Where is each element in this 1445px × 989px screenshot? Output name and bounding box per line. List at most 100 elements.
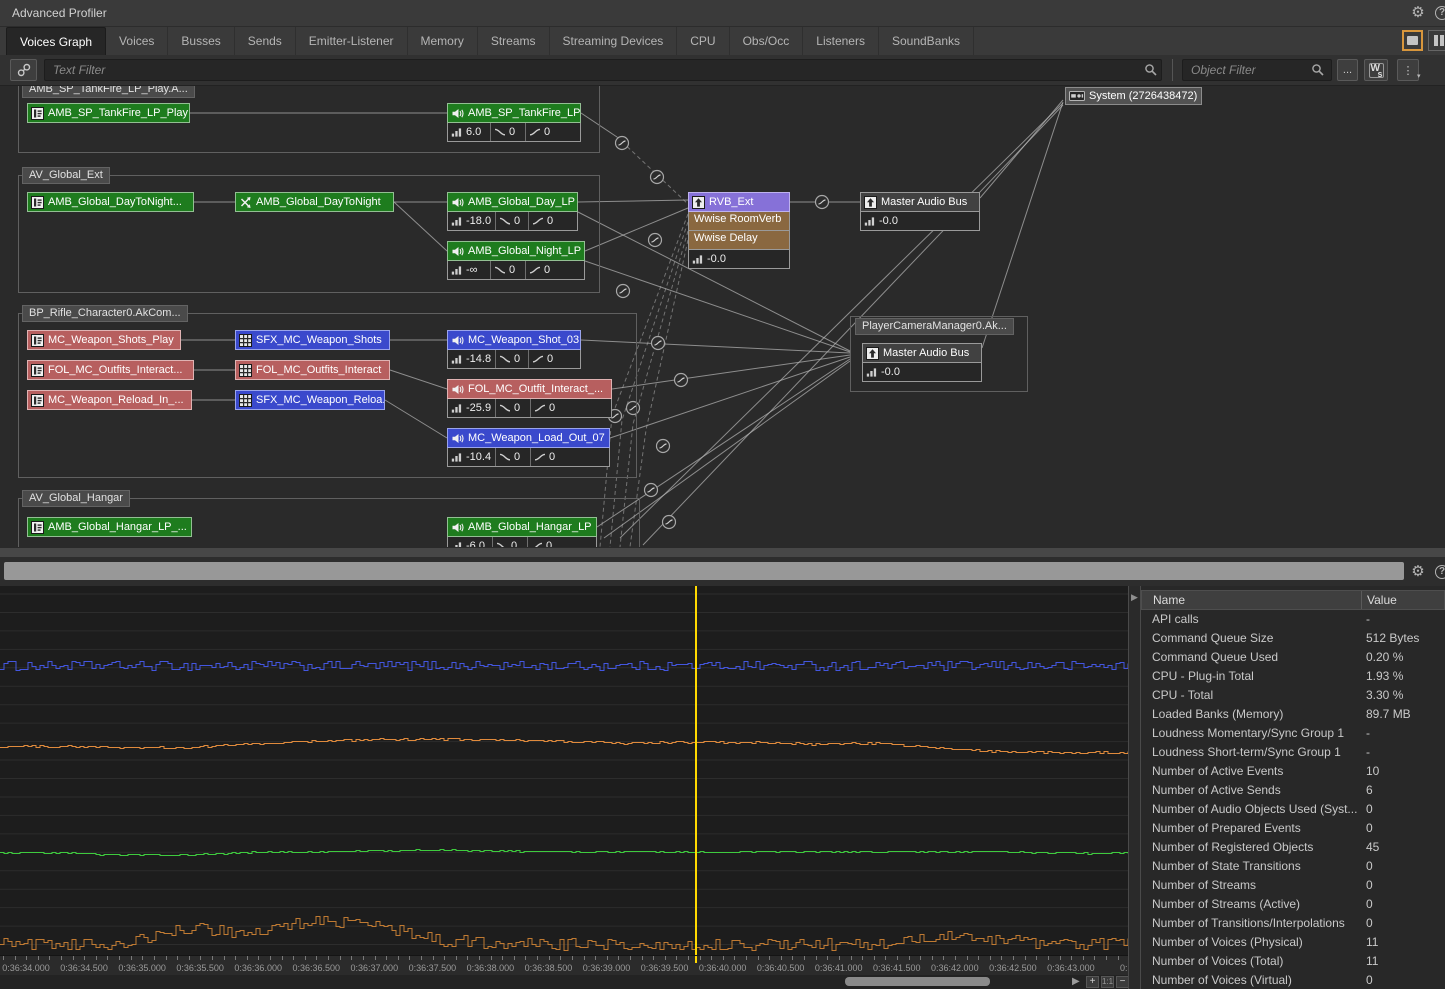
zoom-in-button[interactable]: + [1086,976,1099,988]
stats-row[interactable]: Number of State Transitions0 [1141,857,1445,876]
stats-row[interactable]: Loudness Short-term/Sync Group 1- [1141,743,1445,762]
tab-cpu[interactable]: CPU [677,27,729,55]
time-cursor[interactable] [695,586,697,955]
sound-icon [451,383,464,396]
divider-drag-handle[interactable] [4,562,1404,580]
stats-row[interactable]: Number of Streams0 [1141,876,1445,895]
ruler-tick [189,956,190,960]
graph-node-event[interactable]: FOL_MC_Outfits_Interact... [27,360,194,380]
hpf-icon [532,354,544,364]
graph-node-event[interactable]: MC_Weapon_Reload_In_... [27,390,192,410]
graph-node-sound[interactable]: MC_Weapon_Load_Out_07 -10.4 0 0 [447,428,610,467]
stats-row[interactable]: Number of Voices (Total)11 [1141,952,1445,971]
stats-row[interactable]: Command Queue Size512 Bytes [1141,629,1445,648]
time-label: 0:36:35.500 [176,963,224,973]
graph-node-container[interactable]: FOL_MC_Outfits_Interact [235,360,390,380]
stats-row[interactable]: Number of Registered Objects45 [1141,838,1445,857]
graph-node-container[interactable]: SFX_MC_Weapon_Shots [235,330,390,350]
graph-node-sound[interactable]: AMB_Global_Hangar_LP -6.0 0 0 [447,517,597,547]
ruler-tick [688,956,689,960]
tab-voices-graph[interactable]: Voices Graph [6,27,106,55]
stats-row[interactable]: Number of Voices (Physical)11 [1141,933,1445,952]
layout-split-button[interactable] [1428,30,1445,51]
tab-memory[interactable]: Memory [408,27,478,55]
graph-node-sound[interactable]: FOL_MC_Outfit_Interact_... -25.9 0 0 [447,379,612,418]
ruler-tick [96,956,97,960]
ruler-tick [1025,956,1026,960]
graph-node-event[interactable]: MC_Weapon_Shots_Play [27,330,181,350]
vertical-splitter[interactable]: ▶ [1128,586,1141,989]
ruler-tick [270,956,271,960]
gear-icon[interactable]: ⚙ [1409,563,1427,581]
layout-single-button[interactable] [1402,30,1423,51]
graph-node-sound[interactable]: AMB_Global_Night_LP -∞ 0 0 [447,241,585,280]
wwise-selector-button[interactable]: W s [1364,59,1388,81]
tab-obs-occ[interactable]: Obs/Occ [730,27,804,55]
graph-node-bus[interactable]: Master Audio Bus -0.0 [862,343,982,382]
graph-node-event[interactable]: AMB_Global_DayToNight... [27,192,194,212]
stats-header[interactable]: Name Value [1141,590,1445,610]
tab-voices[interactable]: Voices [106,27,168,55]
graph-node-event[interactable]: AMB_SP_TankFire_LP_Play [27,103,190,123]
stats-row[interactable]: Number of Prepared Events0 [1141,819,1445,838]
graph-node-sound[interactable]: AMB_Global_Day_LP -18.0 0 0 [447,192,578,231]
ruler-tick [723,956,724,960]
lpf-icon [499,403,511,413]
options-menu-button[interactable]: ⋮▾ [1397,59,1419,81]
graph-horizontal-scrollbar[interactable] [0,547,1445,557]
object-filter-input[interactable] [1182,59,1332,81]
stats-row[interactable]: API calls- [1141,610,1445,629]
stats-row[interactable]: CPU - Plug-in Total1.93 % [1141,667,1445,686]
tab-streams[interactable]: Streams [478,27,550,55]
zoom-reset-button[interactable]: 1:1 [1101,976,1114,988]
graph-node-sound[interactable]: AMB_SP_TankFire_LP 6.0 0 0 [447,103,581,142]
text-filter-input[interactable] [44,59,1162,81]
ruler-tick [862,956,863,960]
tab-busses[interactable]: Busses [168,27,234,55]
tab-sends[interactable]: Sends [235,27,296,55]
stats-row[interactable]: Number of Audio Objects Used (Syst...0 [1141,800,1445,819]
graph-node-aux-bus[interactable]: RVB_Ext Wwise RoomVerb Wwise Delay -0.0 [688,192,790,269]
column-header-name[interactable]: Name [1142,591,1362,609]
graph-node-bus[interactable]: Master Audio Bus -0.0 [860,192,980,231]
ruler-tick [932,956,933,960]
gear-icon[interactable]: ⚙ [1409,4,1427,22]
stats-row[interactable]: Number of Transitions/Interpolations0 [1141,914,1445,933]
follow-playhead-button[interactable]: ▶ [1072,976,1080,987]
tab-listeners[interactable]: Listeners [803,27,879,55]
stats-row[interactable]: Number of Active Events10 [1141,762,1445,781]
tab-soundbanks[interactable]: SoundBanks [879,27,974,55]
node-label: MC_Weapon_Shot_03 [468,334,579,346]
voices-graph-panel[interactable]: AMB_SP_TankFire_LP_Play.A... AMB_SP_Tank… [0,86,1445,547]
stat-value: 11 [1366,952,1378,971]
stats-row[interactable]: Loaded Banks (Memory)89.7 MB [1141,705,1445,724]
stat-name: API calls [1141,610,1366,629]
stats-row[interactable]: Number of Active Sends6 [1141,781,1445,800]
tab-emitter-listener[interactable]: Emitter-Listener [296,27,408,55]
help-icon[interactable]: ? [1435,6,1445,20]
graph-node-container[interactable]: SFX_MC_Weapon_Reloa... [235,390,385,410]
graph-node-sound[interactable]: MC_Weapon_Shot_03 -14.8 0 0 [447,330,581,369]
ruler-tick [792,956,793,960]
stats-table: Name Value API calls- Command Queue Size… [1141,586,1445,989]
stats-row[interactable]: Number of Voices (Virtual)0 [1141,971,1445,989]
performance-chart[interactable] [0,586,1128,955]
ruler-tick [769,956,770,960]
ellipsis-button[interactable]: ... [1337,59,1358,81]
stats-row[interactable]: Number of Streams (Active)0 [1141,895,1445,914]
ruler-tick [84,956,85,960]
time-ruler[interactable]: 0:36:34.0000:36:34.5000:36:35.0000:36:35… [0,955,1128,975]
time-label: 0:36:41.000 [815,963,863,973]
column-header-value[interactable]: Value [1362,591,1397,609]
graph-node-event[interactable]: AMB_Global_Hangar_LP_... [27,517,192,537]
scrollbar-thumb[interactable] [845,977,990,986]
help-icon[interactable]: ? [1435,565,1445,579]
tab-streaming-devices[interactable]: Streaming Devices [550,27,678,55]
graph-node-system[interactable]: System (2726438472) [1065,87,1202,105]
stats-row[interactable]: Loudness Momentary/Sync Group 1- [1141,724,1445,743]
link-filters-button[interactable] [10,59,37,81]
stats-row[interactable]: CPU - Total3.30 % [1141,686,1445,705]
graph-node-switch[interactable]: AMB_Global_DayToNight [235,192,394,212]
hpf-icon [529,127,541,137]
stats-row[interactable]: Command Queue Used0.20 % [1141,648,1445,667]
